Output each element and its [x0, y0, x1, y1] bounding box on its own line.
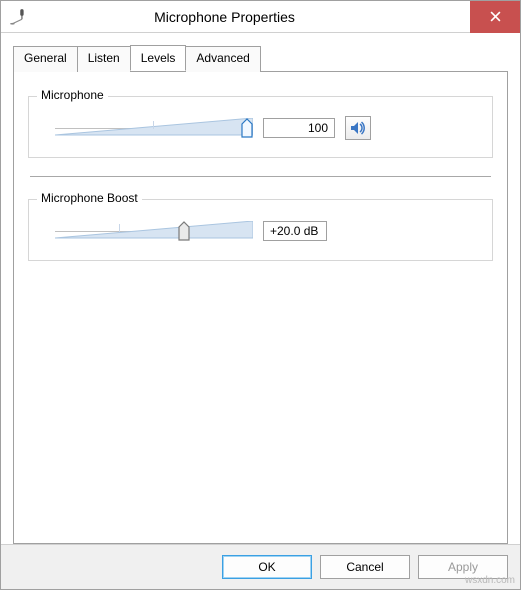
slider-thumb-icon — [178, 221, 190, 241]
button-bar: OK Cancel Apply — [1, 544, 520, 589]
tab-levels[interactable]: Levels — [130, 45, 187, 71]
tab-content-levels: Microphone 100 — [13, 72, 508, 544]
window-frame: Microphone Properties General Listen Lev… — [0, 0, 521, 590]
window-title: Microphone Properties — [29, 9, 470, 25]
boost-slider[interactable] — [55, 218, 253, 244]
slider-wedge-icon — [55, 118, 253, 138]
microphone-slider[interactable] — [55, 115, 253, 141]
ok-button[interactable]: OK — [222, 555, 312, 579]
cancel-button[interactable]: Cancel — [320, 555, 410, 579]
slider-wedge-icon — [55, 221, 253, 241]
microphone-value[interactable]: 100 — [263, 118, 335, 138]
titlebar[interactable]: Microphone Properties — [1, 1, 520, 33]
tabstrip: General Listen Levels Advanced — [13, 45, 508, 72]
tab-advanced[interactable]: Advanced — [185, 46, 260, 72]
speaker-icon — [350, 120, 366, 136]
close-button[interactable] — [470, 1, 520, 33]
boost-group: Microphone Boost +20.0 dB — [28, 199, 493, 261]
boost-group-label: Microphone Boost — [37, 191, 142, 205]
slider-thumb-icon — [241, 118, 253, 138]
microphone-group-label: Microphone — [37, 88, 108, 102]
tab-listen[interactable]: Listen — [77, 46, 131, 72]
close-icon — [490, 11, 501, 22]
microphone-icon — [7, 6, 29, 28]
microphone-group: Microphone 100 — [28, 96, 493, 158]
watermark: wsxdn.com — [465, 575, 515, 586]
boost-value[interactable]: +20.0 dB — [263, 221, 327, 241]
tab-general[interactable]: General — [13, 46, 78, 72]
mute-button[interactable] — [345, 116, 371, 140]
separator — [30, 176, 491, 177]
